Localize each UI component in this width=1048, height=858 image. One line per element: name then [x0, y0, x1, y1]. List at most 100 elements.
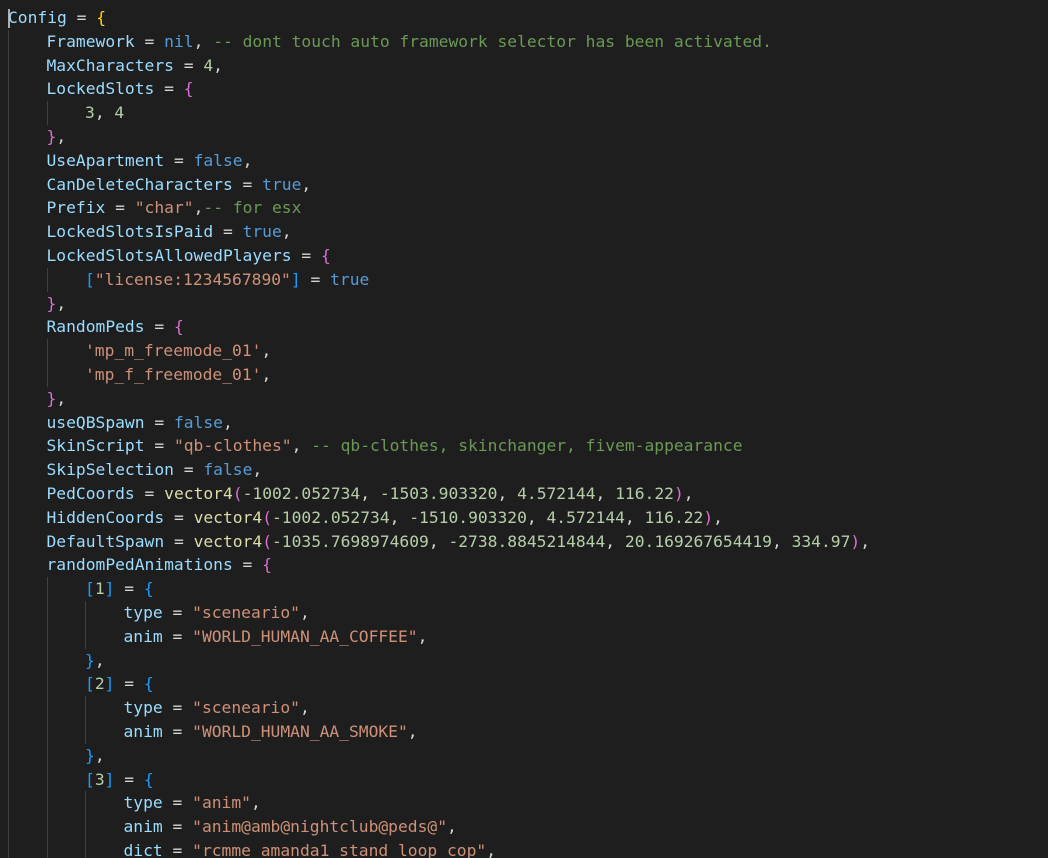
code-line[interactable]: SkinScript = "qb-clothes", -- qb-clothes…	[0, 434, 1048, 459]
code-line-content: randomPedAnimations = {	[47, 555, 272, 574]
code-line[interactable]: useQBSpawn = false,	[0, 410, 1048, 435]
code-line-content: [3] = {	[85, 770, 154, 789]
code-token: ,	[299, 698, 310, 718]
code-line[interactable]: HiddenCoords = vector4(-1002.052734, -15…	[0, 505, 1048, 530]
code-token: ,	[213, 55, 223, 75]
indent-guide	[46, 362, 48, 387]
code-line[interactable]: anim = "WORLD_HUMAN_AA_COFFEE",	[0, 624, 1048, 649]
code-token: =	[105, 198, 135, 218]
code-line[interactable]: LockedSlots = {	[0, 77, 1048, 102]
code-line[interactable]: MaxCharacters = 4,	[0, 53, 1048, 78]
code-token: -- qb-clothes, skinchanger, fivem-appear…	[311, 436, 743, 456]
code-token: (	[232, 483, 243, 503]
code-line[interactable]: UseApartment = false,	[0, 148, 1048, 173]
code-line[interactable]: anim = "anim@amb@nightclub@peds@",	[0, 815, 1048, 839]
code-line-content: dict = "rcmme_amanda1_stand_loop_cop",	[124, 841, 497, 858]
code-token: =	[162, 626, 193, 646]
code-token: false	[193, 150, 243, 170]
code-token: ,	[486, 840, 497, 858]
code-token: ,	[94, 745, 105, 765]
indent-guide	[8, 53, 9, 78]
indent-guide	[8, 291, 9, 316]
indent-guide	[46, 719, 48, 744]
code-token: 3	[85, 103, 95, 123]
code-line[interactable]: CanDeleteCharacters = true,	[0, 172, 1048, 197]
code-token: type	[123, 602, 163, 622]
code-line-content: anim = "WORLD_HUMAN_AA_COFFEE",	[124, 627, 428, 646]
code-line[interactable]: [2] = {	[0, 672, 1048, 697]
code-line-content: Framework = nil, -- dont touch auto fram…	[47, 32, 772, 51]
code-token: 3	[94, 769, 105, 789]
code-token: ,	[860, 531, 871, 551]
code-token: false	[173, 412, 223, 432]
indent-guide	[46, 767, 48, 792]
code-line[interactable]: type = "sceneario",	[0, 696, 1048, 720]
code-token: vector4	[193, 531, 263, 551]
code-area[interactable]: Config = { Framework = nil, -- dont touch…	[0, 6, 1048, 858]
code-line[interactable]: Framework = nil, -- dont touch auto fram…	[0, 29, 1048, 54]
code-token: =	[134, 31, 165, 51]
indent-guide	[8, 458, 9, 482]
code-token: {	[143, 674, 154, 694]
code-token: [	[85, 579, 95, 599]
code-line[interactable]: 'mp_m_freemode_01',	[0, 339, 1048, 363]
code-token: ,	[771, 531, 792, 551]
code-token: ,	[94, 103, 115, 123]
code-editor[interactable]: Config = { Framework = nil, -- dont touch…	[0, 0, 1048, 858]
code-line[interactable]: LockedSlotsAllowedPlayers = {	[0, 243, 1048, 268]
code-token: -1503.903320	[379, 483, 498, 503]
code-line[interactable]: [3] = {	[0, 767, 1048, 792]
code-line-content: },	[85, 746, 105, 765]
code-line[interactable]: },	[0, 386, 1048, 411]
code-line[interactable]: SkipSelection = false,	[0, 458, 1048, 482]
code-line[interactable]: },	[0, 124, 1048, 149]
code-token: LockedSlots	[46, 79, 155, 99]
code-line[interactable]: anim = "WORLD_HUMAN_AA_SMOKE",	[0, 719, 1048, 744]
code-token: false	[203, 460, 253, 480]
code-token: =	[134, 483, 165, 503]
code-token: "anim@amb@nightclub@peds@"	[192, 817, 447, 837]
code-line[interactable]: Config = {	[0, 6, 1048, 30]
code-line-content: useQBSpawn = false,	[47, 413, 233, 432]
code-token: anim	[123, 817, 163, 837]
code-line[interactable]: LockedSlotsIsPaid = true,	[0, 220, 1048, 244]
code-token: "WORLD_HUMAN_AA_COFFEE"	[192, 626, 418, 646]
code-token: =	[114, 674, 144, 694]
code-token: =	[173, 460, 204, 480]
code-line-content: ["license:1234567890"] = true	[85, 270, 369, 289]
code-line[interactable]: type = "sceneario",	[0, 600, 1048, 625]
indent-guide	[85, 719, 86, 744]
code-token: ]	[290, 269, 301, 289]
code-token: {	[320, 245, 331, 265]
code-token: 334.97	[791, 531, 851, 551]
code-line[interactable]: ["license:1234567890"] = true	[0, 267, 1048, 292]
code-line-content: [2] = {	[85, 674, 154, 693]
code-line[interactable]: PedCoords = vector4(-1002.052734, -1503.…	[0, 481, 1048, 506]
code-token: =	[164, 507, 194, 527]
code-line[interactable]: randomPedAnimations = {	[0, 553, 1048, 578]
code-token: -- dont touch auto framework selector ha…	[213, 31, 772, 51]
code-line[interactable]: },	[0, 743, 1048, 768]
code-token: -2738.8845214844	[448, 531, 606, 551]
code-token: ,	[242, 150, 253, 170]
code-line[interactable]: 3, 4	[0, 101, 1048, 125]
code-line[interactable]: },	[0, 291, 1048, 316]
code-line[interactable]: [1] = {	[0, 577, 1048, 601]
indent-guide	[8, 600, 9, 625]
code-line[interactable]: DefaultSpawn = vector4(-1035.7698974609,…	[0, 529, 1048, 554]
code-line[interactable]: type = "anim",	[0, 791, 1048, 816]
code-line[interactable]: Prefix = "char",-- for esx	[0, 196, 1048, 221]
indent-guide	[85, 838, 86, 858]
code-line[interactable]: RandomPeds = {	[0, 315, 1048, 340]
indent-guide	[8, 696, 9, 720]
code-token: ,	[624, 507, 645, 527]
code-line[interactable]: },	[0, 648, 1048, 673]
code-line-content: Prefix = "char",-- for esx	[47, 198, 302, 217]
code-line[interactable]: 'mp_f_freemode_01',	[0, 362, 1048, 387]
code-line[interactable]: dict = "rcmme_amanda1_stand_loop_cop",	[0, 838, 1048, 858]
code-token: 'mp_m_freemode_01'	[85, 341, 262, 361]
code-token: ,	[417, 626, 428, 646]
code-token: ,	[222, 412, 233, 432]
indent-guide	[85, 624, 86, 649]
code-token: LockedSlotsIsPaid	[46, 222, 214, 242]
